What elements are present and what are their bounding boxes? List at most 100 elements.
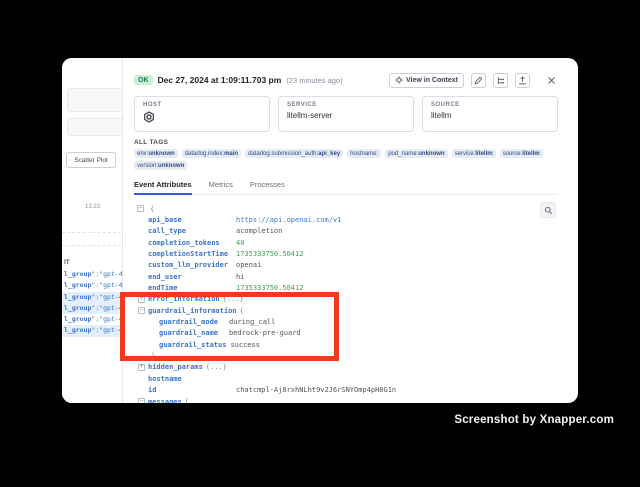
tree-row[interactable]: +hidden_params{...} — [134, 362, 558, 373]
tree-row[interactable]: completionStartTime1735333750.50412 — [134, 248, 558, 259]
tag-pill[interactable]: pod_name:unknown — [385, 149, 447, 158]
service-label: SERVICE — [287, 102, 405, 108]
tag-pill[interactable]: env:unknown — [134, 149, 178, 158]
tree-row[interactable]: completion_tokens 40 — [134, 237, 558, 248]
x-axis-tick: 13:23 — [85, 204, 100, 210]
tree-row[interactable]: call_typeacompletion — [134, 226, 558, 237]
tree-row[interactable]: guardrail_status success — [134, 339, 558, 350]
collapse-icon[interactable]: − — [138, 398, 145, 403]
all-tags-section: ALL TAGS env:unknown datadog.index:main da… — [134, 139, 558, 170]
related-traces-button[interactable] — [493, 73, 508, 88]
attribute-value[interactable]: https://api.openai.com/v1 — [236, 216, 341, 224]
export-button[interactable] — [515, 73, 530, 88]
meta-boxes: HOST SERVICE litellm-server SOURCE litel… — [134, 96, 558, 132]
tree-row[interactable]: } — [134, 350, 558, 361]
attribute-key: messages — [148, 398, 182, 403]
tree-row[interactable]: endTime1735333750.50412 — [134, 282, 558, 293]
attribute-value: openai — [236, 261, 261, 269]
attribute-value: chatcmpl-Aj8rxhNLht9v2J6rSNYOmp4pH8G1n — [236, 386, 396, 394]
status-badge: OK — [134, 75, 153, 85]
attribute-key: custom_llm_provider — [148, 261, 232, 269]
tab-processes[interactable]: Processes — [250, 176, 285, 194]
tag-pill[interactable]: service:litellm — [452, 149, 496, 158]
tree-row[interactable]: −guardrail_information{ — [134, 305, 558, 316]
attribute-key: hostname — [148, 375, 232, 383]
screenshot-stage: Scatter Plot 13:23 IT l_group":"gpt-4ol_… — [0, 0, 640, 487]
tree-row[interactable]: api_base https://api.openai.com/v1 — [134, 214, 558, 225]
host-hexagon-icon — [143, 111, 261, 123]
tag-list: env:unknown datadog.index:main datadog.sub… — [134, 149, 558, 170]
attribute-value: bedrock-pre-guard — [229, 329, 301, 337]
background-log-row[interactable]: l_group":"gpt-4o — [62, 325, 122, 336]
source-box[interactable]: SOURCE litellm — [422, 96, 558, 132]
attribute-key: hidden_params — [148, 363, 203, 371]
punctuation: { — [240, 307, 244, 315]
tree-row[interactable]: guardrail_namebedrock-pre-guard — [134, 328, 558, 339]
attribute-key: error_information — [148, 295, 220, 303]
tree-row[interactable]: guardrail_mode during_call — [134, 316, 558, 327]
punctuation: } — [151, 352, 155, 360]
background-log-row[interactable]: l_group":"gpt-4o — [62, 292, 122, 303]
pencil-icon — [474, 76, 483, 85]
tab-metrics[interactable]: Metrics — [209, 176, 233, 194]
event-details-window: Scatter Plot 13:23 IT l_group":"gpt-4ol_… — [62, 58, 578, 403]
background-log-row[interactable]: l_group":"gpt-4o — [62, 314, 122, 325]
tab-event-attributes[interactable]: Event Attributes — [134, 176, 192, 195]
attribute-value: during_call — [229, 318, 275, 326]
service-value: litellm-server — [287, 111, 405, 120]
host-box[interactable]: HOST — [134, 96, 270, 132]
punctuation: {...} — [223, 295, 244, 303]
relative-time: (23 minutes ago) — [286, 76, 342, 85]
tag-pill[interactable]: hostname: — [347, 149, 381, 158]
background-field — [67, 118, 122, 136]
attribute-key: guardrail_information — [148, 307, 237, 315]
search-attributes-button[interactable] — [540, 202, 556, 218]
tree-row[interactable]: id chatcmpl-Aj8rxhNLht9v2J6rSNYOmp4pH8G1n — [134, 385, 558, 396]
chart-gridline — [62, 245, 122, 246]
collapse-icon[interactable]: − — [138, 307, 145, 314]
background-row-list: l_group":"gpt-4ol_group":"gpt-4ol_group"… — [62, 269, 122, 337]
close-button[interactable] — [544, 73, 558, 87]
edit-button[interactable] — [471, 73, 486, 88]
background-page: Scatter Plot 13:23 IT l_group":"gpt-4ol_… — [62, 58, 122, 403]
tag-pill[interactable]: datadog.submission_auth:api_key — [245, 149, 343, 158]
chart-gridline — [62, 232, 122, 233]
tag-pill[interactable]: version:unknown — [134, 161, 187, 170]
attribute-key: guardrail_status — [159, 341, 226, 349]
scope-icon — [395, 76, 403, 84]
tree-row[interactable]: custom_llm_provider openai — [134, 260, 558, 271]
table-column-header: IT — [64, 259, 70, 266]
attribute-value: acompletion — [236, 227, 282, 235]
attribute-key: guardrail_mode — [159, 318, 225, 326]
expand-icon[interactable]: + — [138, 364, 145, 371]
view-in-context-button[interactable]: View in Context — [389, 73, 464, 88]
expand-icon[interactable]: + — [138, 296, 145, 303]
background-log-row[interactable]: l_group":"gpt-4o — [62, 280, 122, 291]
tree-row[interactable]: hostname — [134, 373, 558, 384]
scatter-plot-button[interactable]: Scatter Plot — [66, 152, 116, 168]
attribute-key: completion_tokens — [148, 239, 232, 247]
attribute-value: success — [230, 341, 260, 349]
service-box[interactable]: SERVICE litellm-server — [278, 96, 414, 132]
event-detail-panel: OK Dec 27, 2024 at 1:09:11.703 pm (23 mi… — [122, 58, 578, 403]
source-value: litellm — [431, 111, 549, 120]
attribute-value: 40 — [236, 239, 244, 247]
tree-row[interactable]: +error_information{...} — [134, 294, 558, 305]
attribute-value: 1735333750.50412 — [236, 284, 303, 292]
collapse-icon[interactable]: − — [137, 205, 144, 212]
tree-row[interactable]: end_userhi — [134, 271, 558, 282]
tabs: Event Attributes Metrics Processes — [134, 176, 558, 195]
all-tags-label: ALL TAGS — [134, 139, 558, 146]
search-icon — [544, 206, 553, 215]
host-value — [143, 111, 261, 123]
background-log-row[interactable]: l_group":"gpt-4o — [62, 303, 122, 314]
tree-row[interactable]: −{ — [134, 203, 558, 214]
tag-pill[interactable]: source:litellm — [500, 149, 543, 158]
attribute-key: id — [148, 386, 232, 394]
attribute-key: completionStartTime — [148, 250, 232, 258]
view-in-context-label: View in Context — [406, 77, 458, 84]
tag-pill[interactable]: datadog.index:main — [182, 149, 241, 158]
background-log-row[interactable]: l_group":"gpt-4o — [62, 269, 122, 280]
tree-row[interactable]: −messages[ — [134, 396, 558, 403]
attribute-key: api_base — [148, 216, 232, 224]
